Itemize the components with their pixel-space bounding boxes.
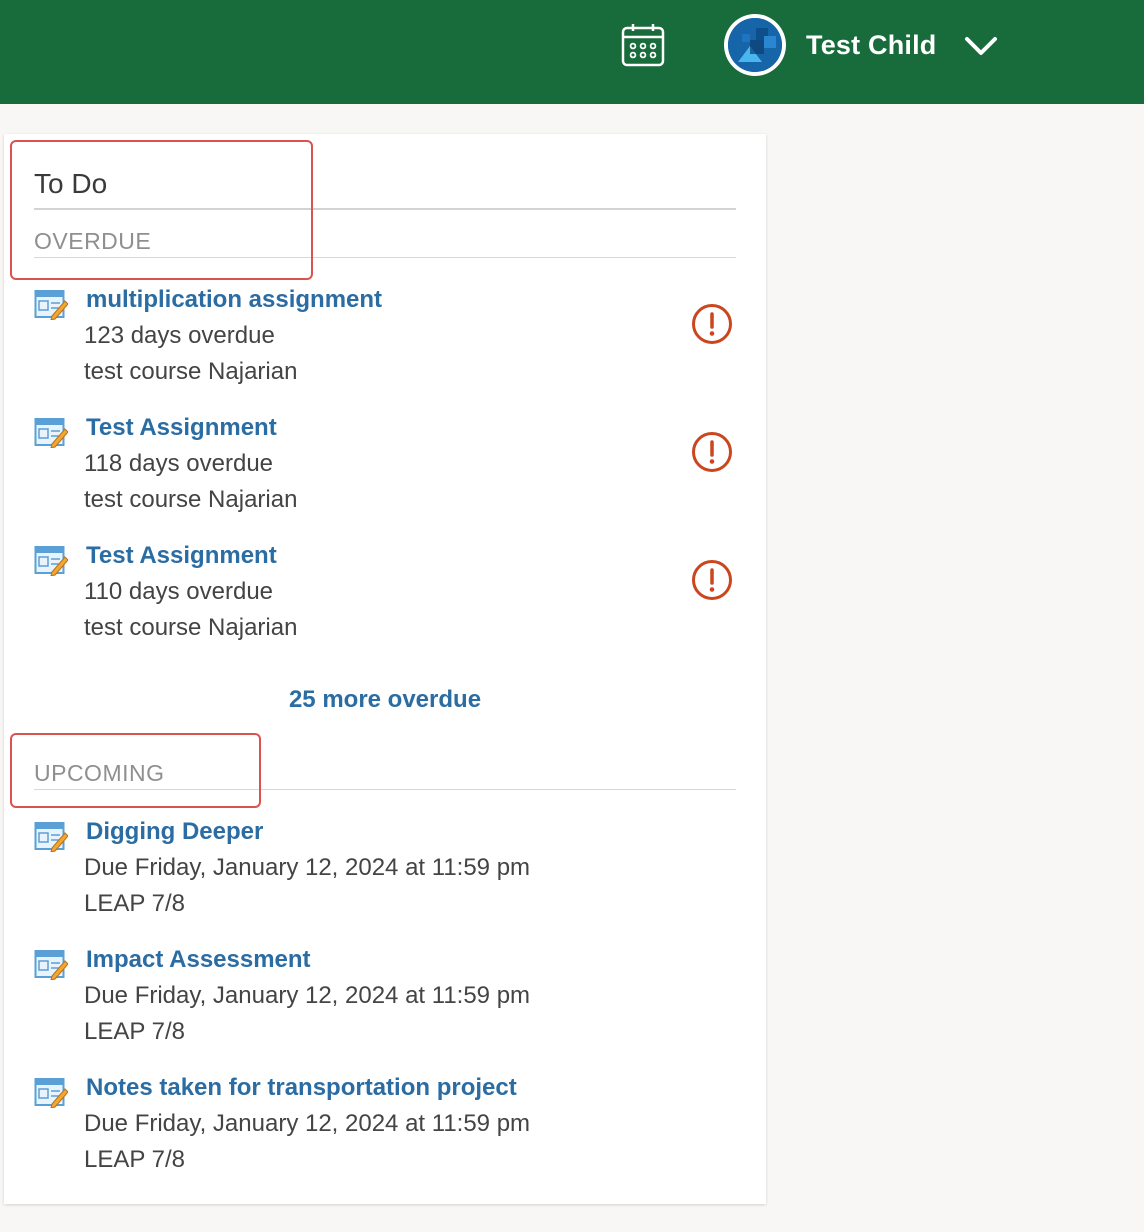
course-name: LEAP 7/8 [84, 1018, 185, 1045]
more-overdue-link[interactable]: 25 more overdue [4, 684, 766, 716]
assignment-link[interactable]: Notes taken for transportation project [86, 1072, 517, 1104]
assignment-link[interactable]: Test Assignment [86, 412, 277, 444]
todo-title: To Do [34, 168, 108, 199]
alert-icon [690, 302, 734, 346]
overdue-status: 110 days overdue [84, 578, 274, 605]
list-item[interactable]: Impact Assessment Due Friday, January 12… [34, 944, 736, 1052]
assignment-link[interactable]: Test Assignment [86, 540, 277, 572]
assignment-icon [34, 820, 69, 853]
due-date: Due Friday, January 12, 2024 at 11:59 pm [84, 982, 531, 1009]
chevron-down-icon[interactable] [962, 32, 1000, 60]
overdue-divider [34, 257, 736, 258]
list-item[interactable]: Digging Deeper Due Friday, January 12, 2… [34, 816, 736, 924]
calendar-icon[interactable] [620, 22, 666, 68]
assignment-icon [34, 416, 69, 449]
due-date: Due Friday, January 12, 2024 at 11:59 pm [84, 1110, 531, 1137]
course-name: test course Najarian [84, 358, 298, 385]
assignment-link[interactable]: multiplication assignment [86, 284, 382, 316]
course-name: test course Najarian [84, 486, 298, 513]
todo-card: To Do OVERDUE multiplication assignment … [4, 134, 766, 1204]
user-avatar[interactable] [724, 14, 786, 76]
assignment-icon [34, 1076, 69, 1109]
assignment-icon [34, 544, 69, 577]
alert-icon [690, 558, 734, 602]
upcoming-label: UPCOMING [34, 760, 165, 786]
list-item[interactable]: Test Assignment 110 days overdue test co… [34, 540, 736, 648]
course-name: LEAP 7/8 [84, 1146, 185, 1173]
highlight-box-todo [10, 140, 313, 280]
course-name: test course Najarian [84, 614, 298, 641]
overdue-label: OVERDUE [34, 228, 152, 254]
upcoming-divider [34, 789, 736, 790]
alert-icon [690, 430, 734, 474]
user-name[interactable]: Test Child [806, 28, 937, 62]
list-item[interactable]: multiplication assignment 123 days overd… [34, 284, 736, 392]
assignment-link[interactable]: Impact Assessment [86, 944, 311, 976]
due-date: Due Friday, January 12, 2024 at 11:59 pm [84, 854, 531, 881]
list-item[interactable]: Test Assignment 118 days overdue test co… [34, 412, 736, 520]
assignment-link[interactable]: Digging Deeper [86, 816, 263, 848]
list-item[interactable]: Notes taken for transportation project D… [34, 1072, 736, 1180]
overdue-status: 123 days overdue [84, 322, 275, 349]
assignment-icon [34, 288, 69, 321]
assignment-icon [34, 948, 69, 981]
top-navigation-bar: Test Child [0, 0, 1144, 104]
overdue-status: 118 days overdue [84, 450, 274, 477]
course-name: LEAP 7/8 [84, 890, 185, 917]
title-divider [34, 208, 736, 210]
